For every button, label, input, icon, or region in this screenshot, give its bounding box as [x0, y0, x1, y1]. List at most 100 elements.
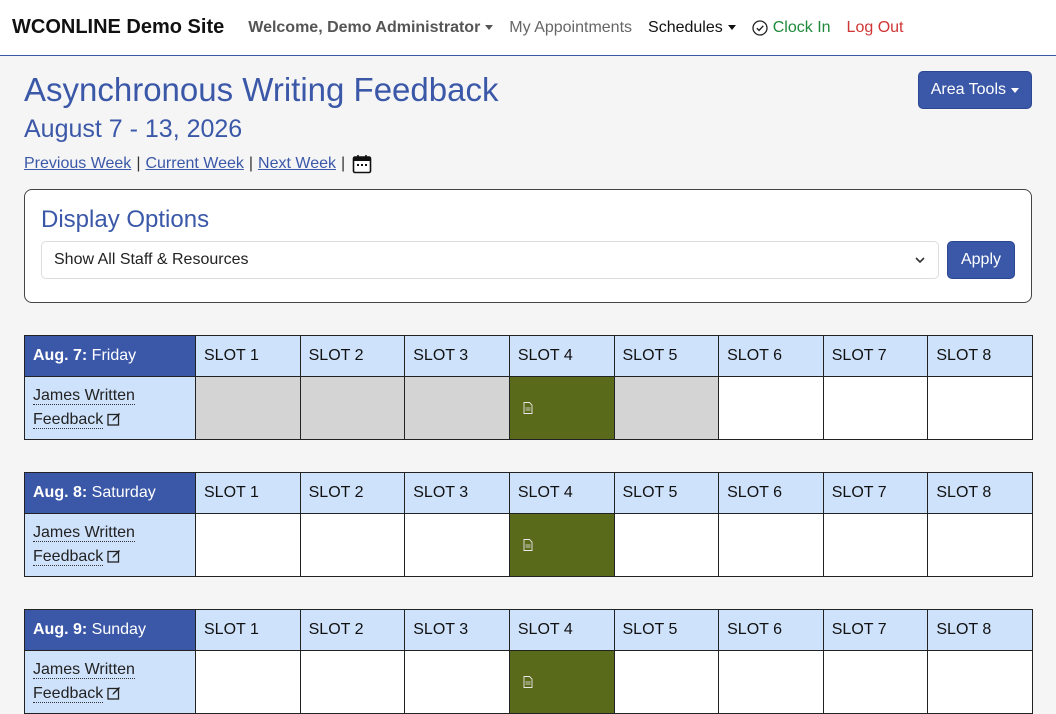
slot-header-row: Aug. 7: Friday SLOT 1 SLOT 2 SLOT 3 SLOT 4 SL…: [24, 335, 1033, 378]
open-slot[interactable]: [927, 513, 1033, 578]
separator: |: [340, 155, 346, 173]
resource-name-link[interactable]: Feedback: [33, 411, 104, 430]
schedules-menu[interactable]: Schedules: [648, 19, 736, 37]
open-slot[interactable]: [927, 376, 1033, 441]
previous-week-link[interactable]: Previous Week: [24, 155, 131, 173]
day-header: Aug. 7: Friday: [24, 335, 196, 378]
slot-header: SLOT 4: [508, 335, 615, 378]
resource-name-link[interactable]: James Written: [33, 524, 135, 543]
area-tools-button[interactable]: Area Tools: [917, 71, 1032, 109]
welcome-label: Welcome, Demo Administrator: [248, 18, 481, 36]
next-week-link[interactable]: Next Week: [258, 155, 336, 173]
slot-header: SLOT 5: [613, 472, 720, 515]
slot-header: SLOT 2: [299, 472, 406, 515]
closed-slot: [404, 376, 510, 441]
slot-header: SLOT 5: [613, 335, 720, 378]
brand-title[interactable]: WCONLINE Demo Site: [12, 16, 224, 39]
edit-icon[interactable]: [107, 686, 121, 700]
day-schedule-table: Aug. 8: Saturday SLOT 1 SLOT 2 SLOT 3 SLOT 4…: [24, 472, 1033, 578]
day-date: Aug. 8:: [33, 484, 88, 502]
apply-button[interactable]: Apply: [946, 241, 1015, 280]
open-slot[interactable]: [718, 513, 824, 578]
slot-header: SLOT 5: [613, 609, 720, 652]
check-circle-icon: [752, 19, 768, 36]
slot-header: SLOT 3: [404, 609, 510, 652]
day-date: Aug. 7:: [33, 347, 88, 365]
slot-header: SLOT 3: [404, 335, 510, 378]
booked-appointment-slot[interactable]: [508, 650, 615, 714]
resource-name-link[interactable]: James Written: [33, 387, 135, 406]
page-header: Asynchronous Writing Feedback August 7 -…: [0, 56, 1056, 174]
slot-header: SLOT 7: [822, 609, 929, 652]
slot-header: SLOT 3: [404, 472, 510, 515]
slot-header: SLOT 6: [718, 609, 824, 652]
edit-icon[interactable]: [107, 549, 121, 563]
clock-in-link[interactable]: Clock In: [752, 19, 831, 37]
booked-appointment-slot[interactable]: [508, 376, 615, 441]
top-navbar: WCONLINE Demo Site Welcome, Demo Adminis…: [0, 0, 1056, 56]
day-header: Aug. 9: Sunday: [24, 609, 196, 652]
slot-header: SLOT 4: [508, 609, 615, 652]
open-slot[interactable]: [613, 650, 720, 714]
slot-header-row: Aug. 9: Sunday SLOT 1 SLOT 2 SLOT 3 SLOT 4 SL…: [24, 609, 1033, 652]
display-options-row: Show All Staff & Resources Apply: [41, 241, 1015, 280]
slot-header: SLOT 8: [927, 609, 1033, 652]
slot-header: SLOT 1: [195, 472, 301, 515]
chevron-down-icon: [915, 257, 925, 264]
day-date: Aug. 9:: [33, 621, 88, 639]
slot-header: SLOT 7: [822, 472, 929, 515]
slot-header: SLOT 8: [927, 472, 1033, 515]
area-tools-label: Area Tools: [930, 81, 1006, 98]
closed-slot: [299, 376, 406, 441]
welcome-menu[interactable]: Welcome, Demo Administrator: [248, 18, 494, 37]
display-options-panel: Display Options Show All Staff & Resourc…: [24, 189, 1032, 304]
staff-filter-value: Show All Staff & Resources: [54, 251, 249, 269]
clock-in-label: Clock In: [772, 18, 831, 36]
open-slot[interactable]: [718, 650, 824, 714]
open-slot[interactable]: [195, 513, 301, 578]
staff-filter-select[interactable]: Show All Staff & Resources: [41, 241, 939, 280]
resource-name-link[interactable]: Feedback: [33, 685, 104, 704]
resource-cell: James Written Feedback: [24, 650, 196, 714]
open-slot[interactable]: [613, 513, 720, 578]
log-out-link[interactable]: Log Out: [847, 19, 904, 37]
slot-header: SLOT 2: [299, 609, 406, 652]
resource-name-link[interactable]: Feedback: [33, 548, 104, 567]
slot-header: SLOT 2: [299, 335, 406, 378]
open-slot[interactable]: [195, 650, 301, 714]
my-appointments-link[interactable]: My Appointments: [509, 19, 632, 37]
slot-header: SLOT 1: [195, 335, 301, 378]
calendar-icon[interactable]: [352, 154, 372, 174]
day-schedule-table: Aug. 7: Friday SLOT 1 SLOT 2 SLOT 3 SLOT 4 SL…: [24, 335, 1033, 441]
open-slot[interactable]: [404, 650, 510, 714]
caret-down-icon: [727, 25, 736, 30]
booked-appointment-slot[interactable]: [508, 513, 615, 578]
open-slot[interactable]: [822, 513, 929, 578]
separator: |: [248, 155, 254, 173]
open-slot[interactable]: [299, 513, 406, 578]
day-weekday: Saturday: [91, 484, 156, 502]
closed-slot: [195, 376, 301, 441]
edit-icon[interactable]: [107, 412, 121, 426]
open-slot[interactable]: [927, 650, 1033, 714]
document-icon: [523, 539, 533, 552]
week-navigation: Previous Week | Current Week | Next Week…: [24, 154, 1032, 174]
open-slot[interactable]: [299, 650, 406, 714]
day-header: Aug. 8: Saturday: [24, 472, 196, 515]
schedule-grid: Aug. 7: Friday SLOT 1 SLOT 2 SLOT 3 SLOT 4 SL…: [0, 335, 1056, 714]
resource-row: James Written Feedback: [24, 376, 1033, 441]
open-slot[interactable]: [718, 376, 824, 441]
document-icon: [523, 402, 533, 415]
slot-header: SLOT 1: [195, 609, 301, 652]
open-slot[interactable]: [404, 513, 510, 578]
open-slot[interactable]: [822, 376, 929, 441]
day-weekday: Sunday: [91, 621, 146, 639]
slot-header: SLOT 6: [718, 472, 824, 515]
resource-name-link[interactable]: James Written: [33, 661, 135, 680]
resource-cell: James Written Feedback: [24, 513, 196, 578]
open-slot[interactable]: [822, 650, 929, 714]
resource-row: James Written Feedback: [24, 513, 1033, 578]
caret-down-icon: [1011, 87, 1019, 93]
day-weekday: Friday: [91, 347, 137, 365]
current-week-link[interactable]: Current Week: [145, 155, 243, 173]
